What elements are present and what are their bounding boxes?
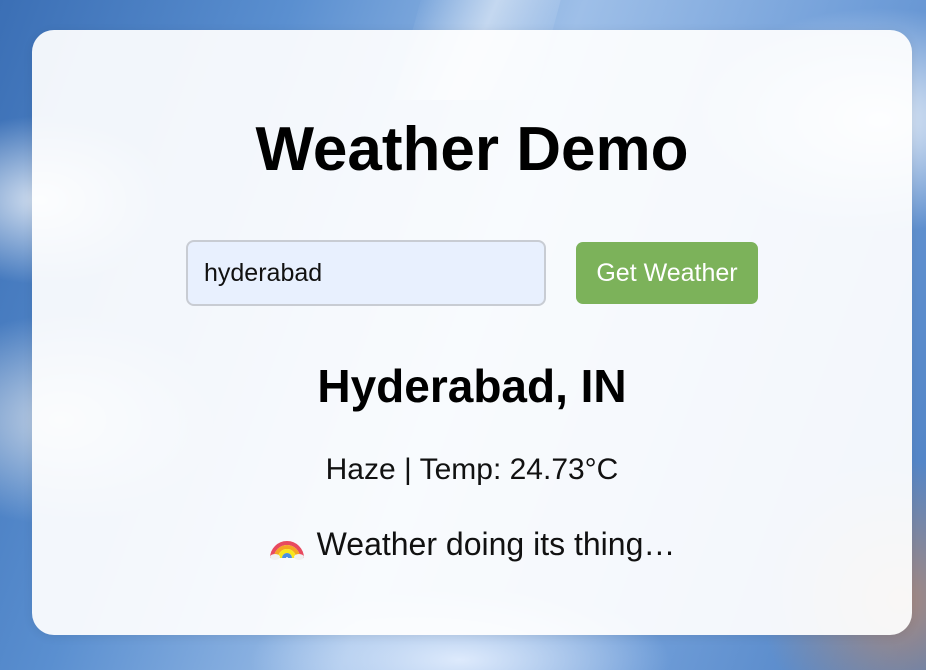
city-search-input[interactable] [186, 240, 546, 306]
page-title: Weather Demo [255, 115, 689, 184]
weather-summary: Haze | Temp: 24.73°C [325, 453, 619, 486]
weather-status-text: Weather doing its thing… [316, 526, 676, 562]
get-weather-button[interactable]: Get Weather [576, 242, 758, 304]
location-heading: Hyderabad, IN [317, 360, 627, 412]
weather-status: Weather doing its thing… [32, 525, 912, 568]
rainbow-icon [269, 530, 305, 568]
weather-card: Weather Demo Get Weather Hyderabad, IN H… [32, 30, 912, 635]
